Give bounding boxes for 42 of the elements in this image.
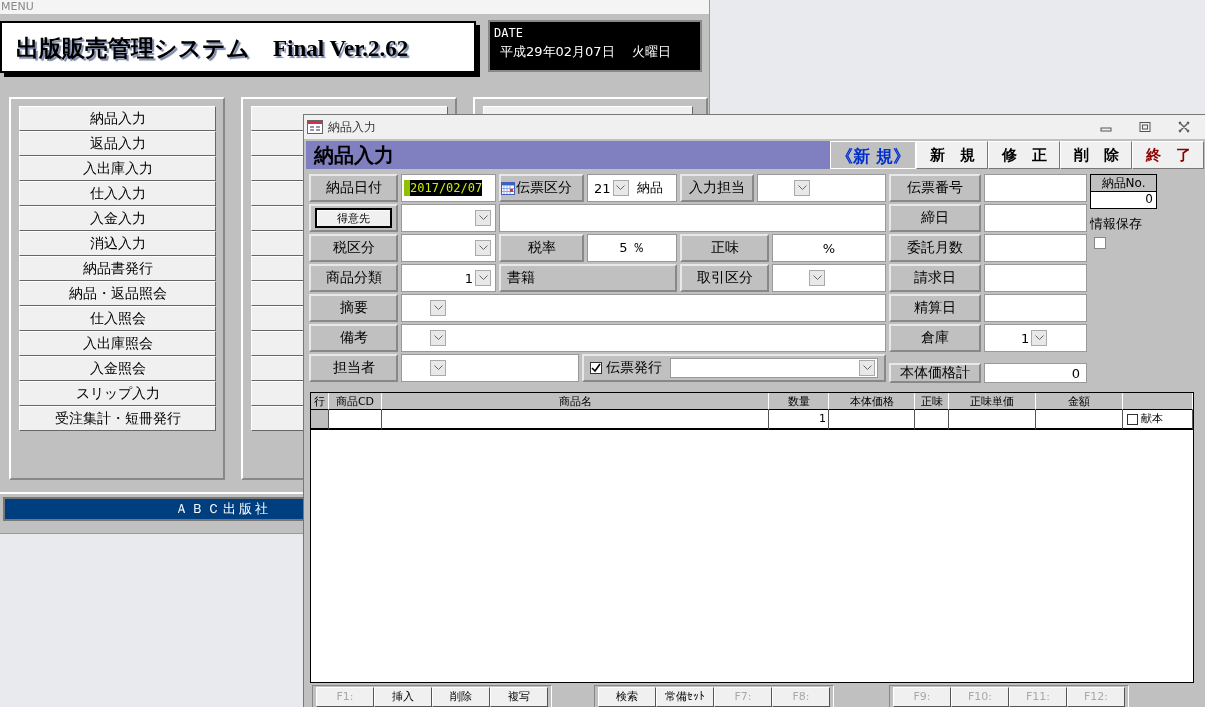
column-header: 正味: [915, 393, 949, 410]
checkbox-label: 献本: [1141, 411, 1163, 427]
checkbox-label: 伝票発行: [606, 359, 662, 377]
column-header: 数量: [769, 393, 829, 410]
field-label: 納品日付: [309, 174, 398, 202]
field-label: 摘要: [309, 294, 398, 322]
field-label: 本体価格計: [889, 363, 981, 383]
company-name: ＡＢＣ出版社: [175, 501, 271, 516]
window-title: MENU: [0, 0, 709, 14]
product-class-name: 書籍: [499, 264, 677, 292]
field-label: 伝票区分: [516, 179, 572, 197]
save-info-label: 情報保存: [1090, 215, 1143, 233]
field-label: 倉庫: [889, 324, 981, 352]
date-label: DATE: [494, 26, 524, 40]
field-label: 伝票番号: [889, 174, 981, 202]
date-text: 平成29年02月07日 火曜日: [499, 43, 672, 61]
column-header: 行: [311, 393, 329, 410]
delivery-no-field: 0: [1091, 192, 1156, 208]
field-label: 備考: [309, 324, 398, 352]
field-label: 商品分類: [309, 264, 398, 292]
window-title: 納品入力: [328, 118, 376, 136]
field-label: 締日: [889, 204, 981, 232]
field-label: 精算日: [889, 294, 981, 322]
field-label: 委託月数: [889, 234, 981, 262]
column-header: 商品CD: [329, 393, 382, 410]
field-label: 税率: [499, 234, 584, 262]
delivery-no-label: 納品No.: [1091, 175, 1156, 192]
slip-type-name: 納品: [636, 179, 663, 197]
column-header: 正味単価: [949, 393, 1036, 410]
column-header: 商品名: [382, 393, 769, 410]
field-label: 正味: [680, 234, 769, 262]
mode-indicator: 《新 規》: [830, 141, 916, 169]
field-label: 担当者: [309, 354, 398, 382]
form-heading: 納品入力: [306, 141, 830, 169]
table-cell: 1: [769, 410, 829, 430]
field-label: 請求日: [889, 264, 981, 292]
field-label: 取引区分: [680, 264, 769, 292]
field-label: 税区分: [309, 234, 398, 262]
column-header: 本体価格: [829, 393, 915, 410]
total-field: 0: [984, 363, 1087, 383]
field-label: 入力担当: [680, 174, 754, 202]
column-header: 金額: [1036, 393, 1123, 410]
